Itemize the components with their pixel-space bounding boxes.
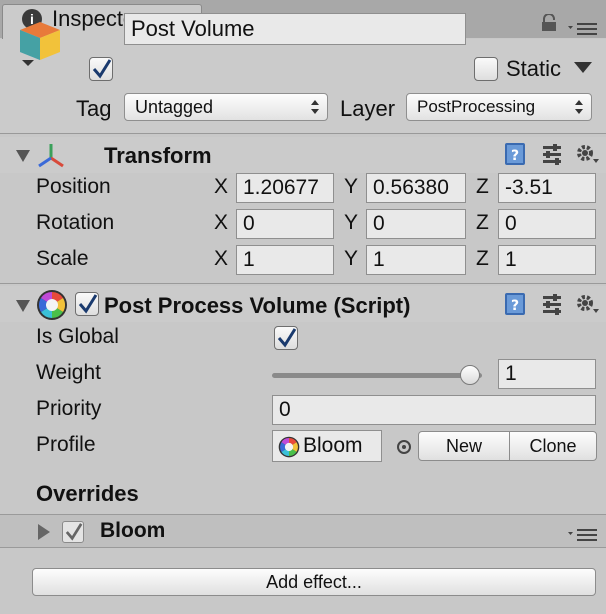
overrides-heading: Overrides: [36, 481, 139, 506]
override-menu-icon[interactable]: [568, 524, 598, 541]
component-divider: [0, 283, 606, 284]
transform-foldout-icon[interactable]: [16, 150, 30, 162]
position-y-label: Y: [344, 175, 359, 198]
clone-profile-button[interactable]: Clone: [509, 431, 597, 461]
layer-label: Layer: [340, 96, 396, 121]
volume-title: Post Process Volume (Script): [104, 293, 411, 318]
volume-enabled-checkbox[interactable]: [75, 292, 99, 316]
post-process-color-wheel-icon: [36, 289, 68, 321]
rotation-x-label: X: [214, 211, 229, 234]
profile-color-wheel-icon: [278, 436, 300, 458]
static-checkbox[interactable]: [474, 57, 498, 81]
position-z-field[interactable]: -3.51: [498, 173, 596, 203]
add-effect-button[interactable]: Add effect...: [32, 568, 596, 596]
position-label: Position: [36, 175, 111, 198]
weight-field[interactable]: 1: [498, 359, 596, 389]
new-profile-button[interactable]: New: [418, 431, 510, 461]
tag-value: Untagged: [135, 97, 214, 117]
is-global-label: Is Global: [36, 325, 119, 348]
gameobject-cube-icon: [16, 16, 64, 70]
updown-icon: [311, 100, 319, 114]
scale-y-field[interactable]: 1: [366, 245, 466, 275]
preset-sliders-icon[interactable]: [541, 143, 563, 165]
gameobject-name-input[interactable]: Post Volume: [124, 13, 466, 45]
updown-icon: [575, 100, 583, 114]
scale-x-label: X: [214, 247, 229, 270]
scale-label: Scale: [36, 247, 89, 270]
is-global-checkbox[interactable]: [274, 326, 298, 350]
position-z-label: Z: [476, 175, 489, 198]
static-dropdown-arrow-icon[interactable]: [574, 62, 592, 73]
volume-foldout-icon[interactable]: [16, 300, 30, 312]
active-checkbox[interactable]: [89, 57, 113, 81]
bloom-enabled-checkbox[interactable]: [62, 521, 84, 543]
scale-y-label: Y: [344, 247, 359, 270]
gear-icon[interactable]: [574, 291, 600, 317]
layer-value: PostProcessing: [417, 97, 536, 116]
weight-slider-thumb[interactable]: [460, 365, 480, 385]
weight-label: Weight: [36, 361, 101, 384]
rotation-y-label: Y: [344, 211, 359, 234]
tag-label: Tag: [76, 96, 112, 121]
priority-label: Priority: [36, 397, 102, 420]
profile-label: Profile: [36, 433, 96, 456]
position-y-field[interactable]: 0.56380: [366, 173, 466, 203]
lock-icon[interactable]: [540, 13, 558, 32]
rotation-y-field[interactable]: 0: [366, 209, 466, 239]
help-book-icon[interactable]: ?: [503, 142, 527, 166]
rotation-z-field[interactable]: 0: [498, 209, 596, 239]
gear-icon[interactable]: [574, 141, 600, 167]
weight-slider-track[interactable]: [272, 373, 482, 378]
bloom-override-row[interactable]: [0, 514, 606, 548]
svg-text:?: ?: [511, 148, 519, 164]
menu-icon[interactable]: [568, 18, 598, 35]
rotation-z-label: Z: [476, 211, 489, 234]
profile-object-field[interactable]: Bloom: [272, 430, 382, 462]
preset-sliders-icon[interactable]: [541, 293, 563, 315]
position-x-label: X: [214, 175, 229, 198]
static-label: Static: [506, 56, 562, 81]
rotation-label: Rotation: [36, 211, 115, 234]
transform-axes-icon: [36, 142, 66, 170]
bloom-override-label: Bloom: [100, 519, 166, 542]
bloom-foldout-icon[interactable]: [38, 524, 50, 540]
help-book-icon[interactable]: ?: [503, 292, 527, 316]
profile-value: Bloom: [303, 434, 363, 457]
scale-z-field[interactable]: 1: [498, 245, 596, 275]
rotation-x-field[interactable]: 0: [236, 209, 334, 239]
transform-title: Transform: [104, 143, 212, 168]
scale-x-field[interactable]: 1: [236, 245, 334, 275]
scale-z-label: Z: [476, 247, 489, 270]
priority-field[interactable]: 0: [272, 395, 596, 425]
svg-text:?: ?: [511, 298, 519, 314]
layer-dropdown[interactable]: PostProcessing: [406, 93, 592, 121]
object-picker-icon[interactable]: [396, 437, 412, 454]
tag-dropdown[interactable]: Untagged: [124, 93, 328, 121]
position-x-field[interactable]: 1.20677: [236, 173, 334, 203]
